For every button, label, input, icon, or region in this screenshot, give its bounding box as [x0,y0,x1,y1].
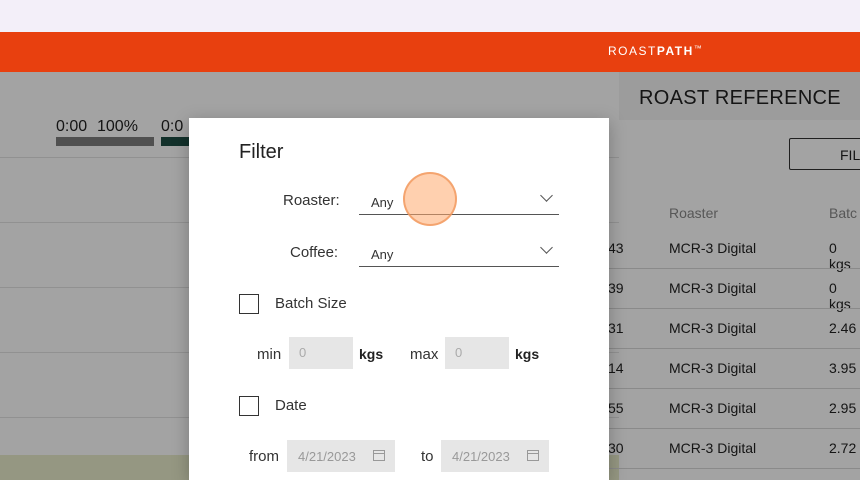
calendar-icon[interactable] [373,450,385,461]
batch-size-checkbox[interactable] [239,294,259,314]
coffee-select-value: Any [371,247,394,262]
roaster-label: Roaster: [283,192,340,209]
min-unit-label: kgs [359,346,384,362]
max-batch-value: 0 [455,345,463,360]
dialog-title: Filter [239,141,284,163]
from-date-value: 4/21/2023 [298,449,356,464]
from-label: from [249,448,279,465]
date-label: Date [275,397,307,414]
click-indicator [403,172,457,226]
filter-dialog: Filter Roaster: Any Coffee: Any Batch Si… [189,118,609,480]
chevron-down-icon [540,241,553,254]
roastpath-logo: ROASTPATH™ [608,44,704,58]
roaster-select-value: Any [371,195,394,210]
min-batch-value: 0 [299,345,307,360]
to-date-input[interactable]: 4/21/2023 [441,440,549,472]
coffee-select[interactable]: Any [359,240,559,267]
chevron-down-icon [540,189,553,202]
date-checkbox[interactable] [239,396,259,416]
max-unit-label: kgs [515,346,540,362]
max-label: max [410,346,439,363]
from-date-input[interactable]: 4/21/2023 [287,440,395,472]
coffee-label: Coffee: [290,244,339,261]
max-batch-input[interactable]: 0 [445,337,509,369]
browser-strip [0,0,860,32]
calendar-icon[interactable] [527,450,539,461]
batch-size-label: Batch Size [275,295,347,312]
to-label: to [421,448,434,465]
roaster-select[interactable]: Any [359,188,559,215]
min-label: min [257,346,282,363]
to-date-value: 4/21/2023 [452,449,510,464]
min-batch-input[interactable]: 0 [289,337,353,369]
app-header [0,32,860,72]
